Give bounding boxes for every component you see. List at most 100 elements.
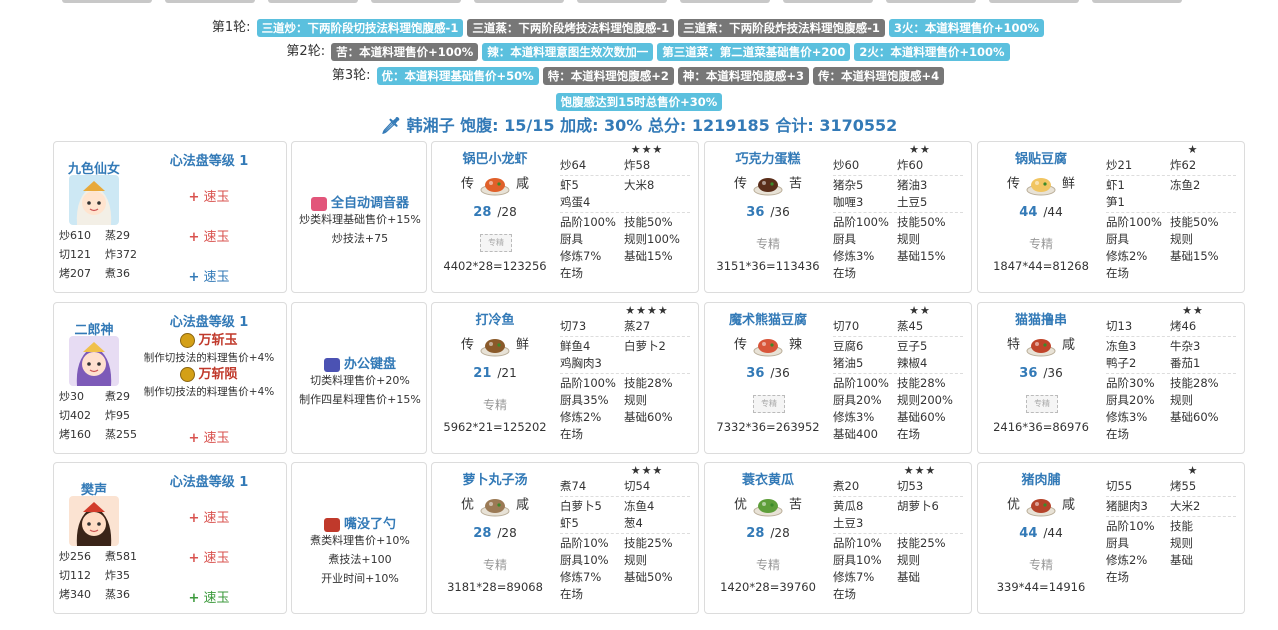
amber-slot[interactable]: + 速玉: [134, 266, 284, 285]
recipe-card[interactable]: 蓑衣黄瓜 ★★★ 优苦 28/28 专精 1420*28=39760 煮20 切53 黄瓜8 胡萝…: [704, 462, 972, 614]
quantity-value[interactable]: 28: [473, 205, 491, 220]
amber-name: 速玉: [203, 230, 230, 245]
ingredients-cell: 白萝卜5: [560, 499, 602, 513]
skills-row: 切55 烤55: [1106, 478, 1236, 495]
equip-card[interactable]: 全自动调音器 炒类料理基础售价+15% 炒技法+75: [291, 141, 427, 293]
recipe-quantity[interactable]: 44/44: [978, 526, 1104, 541]
quantity-max: /36: [1043, 366, 1063, 380]
recipe-quantity[interactable]: 44/44: [978, 205, 1104, 220]
round-line: 第2轮: 苦：本道料理售价+100% 辣：本道料理意图生效次数加一 第三道菜：第二道菜…: [10, 41, 1278, 61]
named-amber[interactable]: 万斩陨 制作切技法的料理售价+4%: [134, 363, 284, 399]
equip-card[interactable]: 办公键盘 切类料理售价+20% 制作四星料理售价+15%: [291, 302, 427, 454]
divider: [1106, 212, 1236, 213]
recipe-taste: 咸: [516, 176, 530, 192]
ingredients-cell: 白萝卜2: [624, 339, 666, 353]
quantity-value[interactable]: 36: [746, 205, 764, 220]
ingredients-cell: 葱4: [624, 516, 643, 530]
chef-card[interactable]: 九色仙女 炒610 蒸29 切121 炸372 烤207 煮36 心法盘等级 1 + 速玉 + 速…: [53, 141, 287, 293]
quantity-value[interactable]: 28: [473, 526, 491, 541]
quantity-value[interactable]: 28: [746, 526, 764, 541]
ingredients-row: 猪杂5 猪油3: [833, 177, 963, 194]
amber-slot[interactable]: + 速玉: [134, 507, 284, 526]
recipe-quantity[interactable]: 28/28: [705, 526, 831, 541]
chef-avatar[interactable]: [69, 175, 119, 225]
stats-cell: [1170, 569, 1234, 586]
equip-effect: 煮技法+100: [328, 553, 392, 566]
round-line: 饱腹感达到15时总售价+30%: [0, 91, 1278, 111]
recipe-card[interactable]: 猪肉脯 ★ 优咸 44/44 专精 339*44=14916 切55 烤55 猪腿肉3 大米2 品阶…: [977, 462, 1245, 614]
stats-cell: 基础: [1170, 553, 1193, 567]
stats-row: 品阶100% 技能50%: [1106, 214, 1236, 231]
recipe-stars: ★: [1187, 143, 1199, 156]
chef-avatar[interactable]: [69, 336, 119, 386]
recipe-quantity[interactable]: 36/36: [978, 366, 1104, 381]
round-line: 第3轮: 优：本道料理基础售价+50% 特：本道料理饱腹感+2 神：本道料理饱腹感+3…: [0, 65, 1278, 85]
recipe-card[interactable]: 锅贴豆腐 ★ 传鲜 44/44 专精 1847*44=81268 炒21 炸62 虾1 冻鱼2 笋1…: [977, 141, 1245, 293]
stats-cell: 技能50%: [1170, 215, 1219, 229]
recipe-condition: 优咸: [432, 493, 558, 517]
recipe-card[interactable]: 打冷鱼 ★★★★ 传鲜 21/21 专精 5962*21=125202 切73 蒸27 鲜鱼4 白…: [431, 302, 699, 454]
recipe-grade: 传: [460, 337, 474, 353]
recipe-card[interactable]: 锅巴小龙虾 ★★★ 传咸 28/28 专精 4402*28=123256 炒64 炸58 虾5 大…: [431, 141, 699, 293]
stats-cell: 规则: [1170, 536, 1193, 550]
stats-cell: 修炼7%: [833, 570, 875, 584]
ingredients-cell: 猪油3: [897, 178, 928, 192]
ingredients-row: 冻鱼3 牛杂3: [1106, 338, 1236, 355]
chef-avatar[interactable]: [69, 496, 119, 546]
quantity-value[interactable]: 44: [1019, 205, 1037, 220]
quantity-value[interactable]: 36: [1019, 366, 1037, 381]
stats-row: 在场: [1106, 265, 1236, 282]
stats-row: 厨具10% 规则: [560, 552, 690, 569]
recipe-card[interactable]: 猫猫撸串 ★★ 特咸 36/36 专精 2416*36=86976 切13 烤46 冻鱼3 牛杂3…: [977, 302, 1245, 454]
quantity-value[interactable]: 44: [1019, 526, 1037, 541]
ingredients-cell: 土豆3: [833, 516, 864, 530]
recipe-quantity[interactable]: 28/28: [432, 205, 558, 220]
amber-slot[interactable]: + 速玉: [134, 587, 284, 606]
skills-row: 切70 蒸45: [833, 318, 963, 335]
skills-row: 炒64 炸58: [560, 157, 690, 174]
coin-icon: [180, 333, 196, 348]
equip-effect: 开业时间+10%: [321, 572, 399, 585]
stats-row: 厨具 规则100%: [560, 231, 690, 248]
ingredients-cell: 大米8: [624, 178, 655, 192]
divider: [560, 533, 690, 534]
recipe-card[interactable]: 萝卜丸子汤 ★★★ 优咸 28/28 专精 3181*28=89068 煮74 切54 白萝卜5…: [431, 462, 699, 614]
recipe-quantity[interactable]: 21/21: [432, 366, 558, 381]
stats-cell: 在场: [560, 427, 583, 441]
recipe-condition: 传鲜: [978, 172, 1104, 196]
amber-slot[interactable]: + 速玉: [134, 186, 284, 205]
quantity-value[interactable]: 36: [746, 366, 764, 381]
ingredients-cell: 冻鱼4: [624, 499, 655, 513]
skills-cell: 炒60: [833, 158, 860, 172]
chef-card[interactable]: 樊声 炒256 煮581 切112 炸35 烤340 蒸36 心法盘等级 1 + 速玉 + 速玉 +…: [53, 462, 287, 614]
ingredients-cell: 猪腿肉3: [1106, 499, 1148, 513]
ingredients-cell: 辣椒4: [897, 356, 928, 370]
amber-slot[interactable]: + 速玉: [134, 547, 284, 566]
stats-cell: 厨具: [1106, 536, 1129, 550]
divider: [833, 175, 963, 176]
stats-cell: 基础50%: [624, 570, 673, 584]
recipe-quantity[interactable]: 28/28: [432, 526, 558, 541]
heart-disk-level: 心法盘等级 1: [169, 315, 249, 330]
quantity-value[interactable]: 21: [473, 366, 491, 381]
stats-cell: 在场: [833, 587, 856, 601]
equip-card[interactable]: 嘴没了勺 煮类料理售价+10% 煮技法+100 开业时间+10%: [291, 462, 427, 614]
recipe-name: 猪肉脯: [1021, 473, 1061, 488]
equip-name: 嘴没了勺: [292, 513, 426, 532]
ingredients-row: 土豆3: [833, 515, 963, 532]
dish-icon: [480, 333, 510, 357]
rule-tag: 三道煮：下两阶段炸技法料理饱腹感-1: [678, 18, 885, 37]
amber-slot[interactable]: + 速玉: [134, 226, 284, 245]
recipe-card[interactable]: 魔术熊猫豆腐 ★★ 传辣 36/36 专精 7332*36=263952 切70 蒸45 豆腐6…: [704, 302, 972, 454]
recipe-card[interactable]: 巧克力蛋糕 ★★ 传苦 36/36 专精 3151*36=113436 炒60 炸60 猪杂5 猪…: [704, 141, 972, 293]
stats-cell: [1170, 426, 1234, 443]
recipe-quantity[interactable]: 36/36: [705, 205, 831, 220]
chef-card[interactable]: 二郎神 炒30 煮29 切402 炸95 烤160 蒸255 心法盘等级 1 万斩玉 制作切技法的…: [53, 302, 287, 454]
stats-cell: 修炼2%: [1106, 553, 1148, 567]
amber-slot[interactable]: + 速玉: [134, 427, 284, 446]
recipe-quantity[interactable]: 36/36: [705, 366, 831, 381]
stats-row: 厨具20% 规则: [1106, 392, 1236, 409]
recipe-score: 5962*21=125202: [443, 420, 547, 434]
named-amber[interactable]: 万斩玉 制作切技法的料理售价+4%: [134, 329, 284, 365]
recipe-detail-table: 切13 烤46 冻鱼3 牛杂3 鸭子2 番茄1 品阶30% 技能28% 厨具20% 规则 修炼3% 基…: [1106, 318, 1236, 443]
